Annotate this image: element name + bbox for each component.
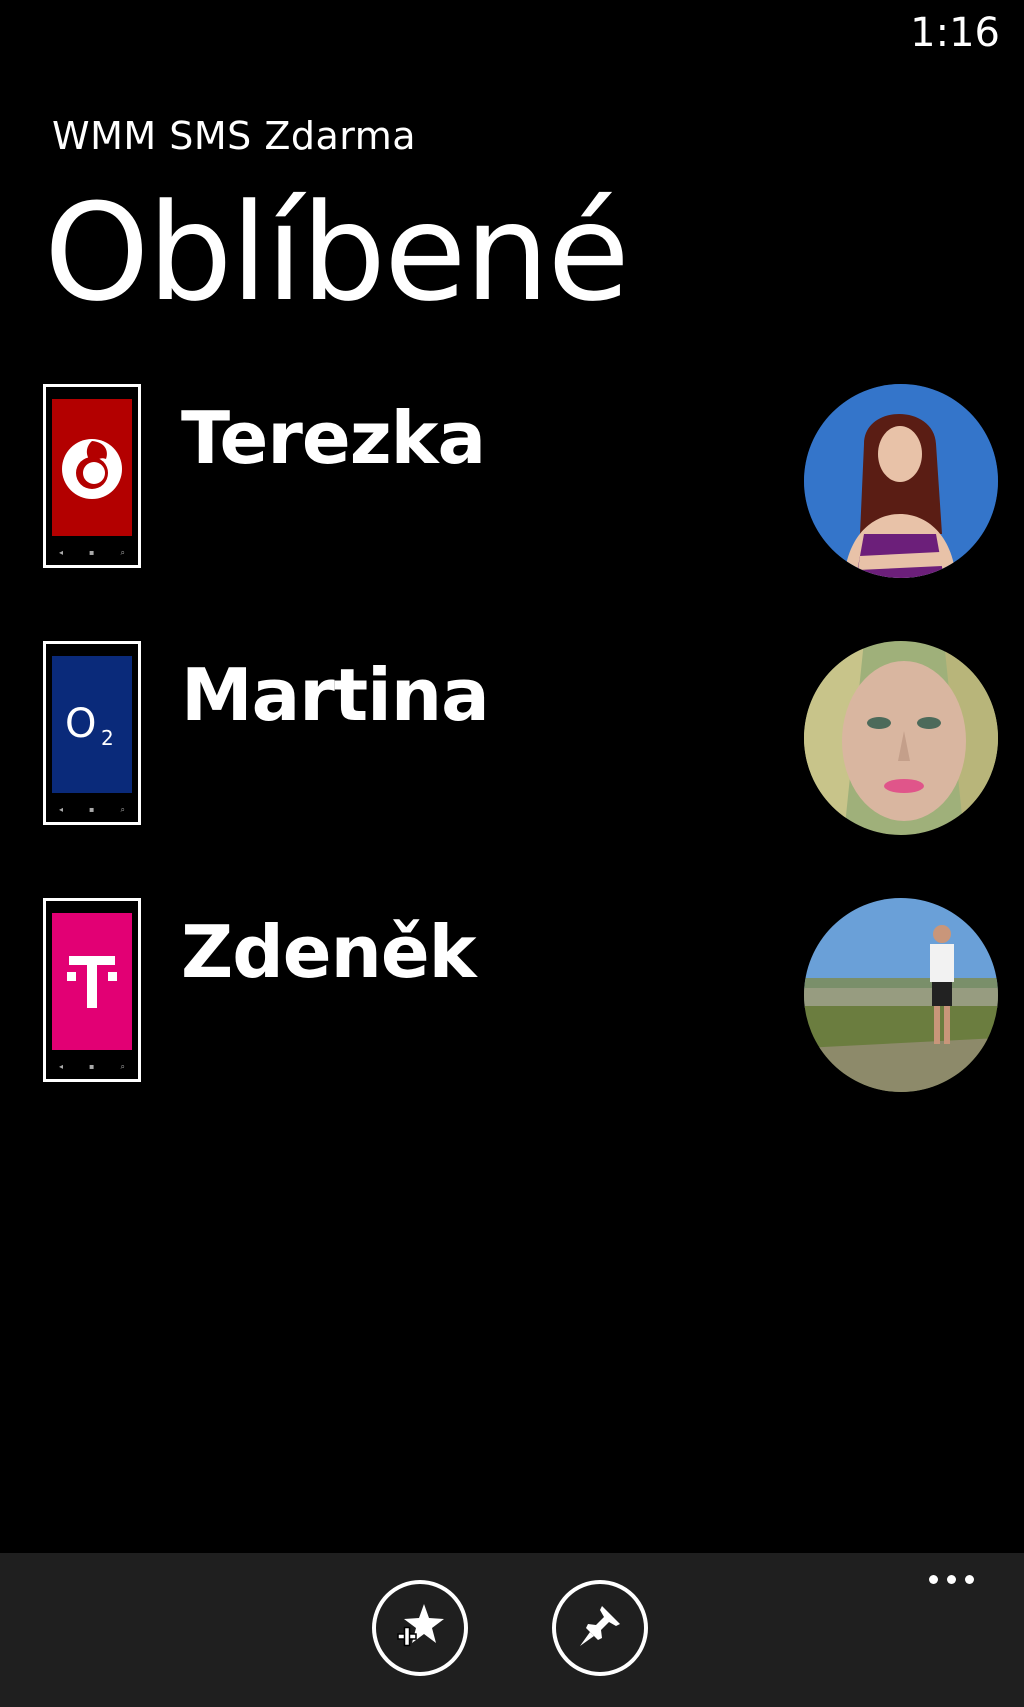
page-title: Oblíbené — [44, 175, 630, 331]
pin-icon — [576, 1602, 624, 1654]
app-bar — [0, 1553, 1024, 1707]
add-favorite-button[interactable] — [372, 1580, 468, 1676]
contact-row-martina[interactable]: O 2 ◂ ▪ ⌕ Martina — [0, 641, 1024, 835]
svg-text:O: O — [65, 701, 96, 747]
contact-row-terezka[interactable]: ◂ ▪ ⌕ Terezka — [0, 384, 1024, 578]
o2-logo-icon: O 2 — [52, 656, 132, 793]
status-time: 1:16 — [910, 10, 1000, 56]
more-dots-icon[interactable] — [929, 1575, 974, 1584]
avatar-photo-terezka[interactable] — [804, 384, 998, 578]
add-favorite-icon — [394, 1600, 446, 1656]
contact-name: Terezka — [181, 396, 486, 480]
svg-text:2: 2 — [101, 726, 114, 750]
avatar-photo-martina[interactable] — [804, 641, 998, 835]
app-title: WMM SMS Zdarma — [52, 114, 417, 158]
operator-phone-icon: ◂ ▪ ⌕ — [43, 898, 141, 1082]
contact-name: Martina — [181, 653, 490, 737]
pin-button[interactable] — [552, 1580, 648, 1676]
contact-row-zdenek[interactable]: ◂ ▪ ⌕ Zdeněk — [0, 898, 1024, 1092]
operator-phone-icon: O 2 ◂ ▪ ⌕ — [43, 641, 141, 825]
tmobile-logo-icon — [52, 913, 132, 1050]
operator-phone-icon: ◂ ▪ ⌕ — [43, 384, 141, 568]
contact-name: Zdeněk — [181, 910, 477, 994]
avatar-photo-zdenek[interactable] — [804, 898, 998, 1092]
vodafone-logo-icon — [52, 399, 132, 536]
